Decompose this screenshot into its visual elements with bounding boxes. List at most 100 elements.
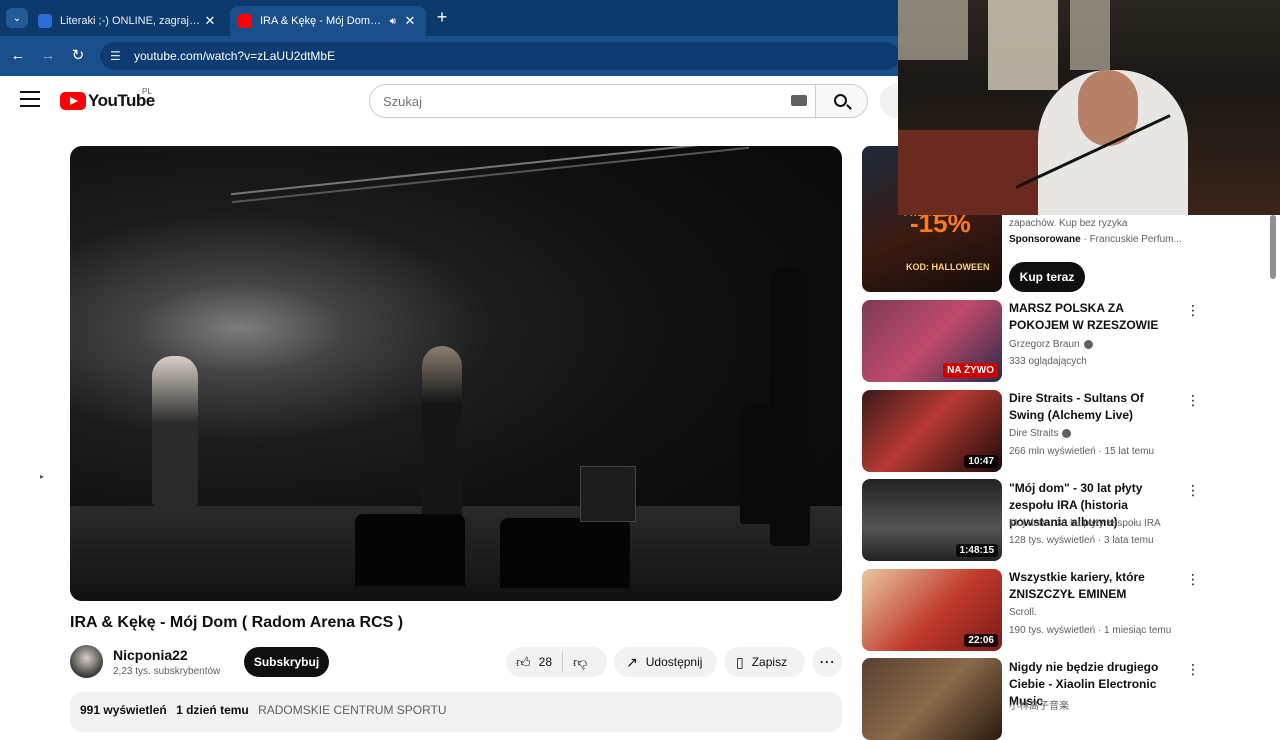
guitarist-left <box>152 356 198 506</box>
youtube-logo[interactable]: YouTube PL <box>60 87 155 112</box>
related-more-icon[interactable]: ⋮ <box>1186 662 1200 676</box>
tab-literaki[interactable]: Literaki ;-) ONLINE, zagraj - Kur ✕ <box>30 6 226 36</box>
view-count: 991 wyświetleń <box>80 703 167 717</box>
like-count: 28 <box>538 655 552 669</box>
location-tag[interactable]: RADOMSKIE CENTRUM SPORTU <box>258 703 446 717</box>
audio-playing-icon[interactable]: 🔊︎ <box>390 16 396 27</box>
menu-icon[interactable] <box>20 91 40 109</box>
share-icon: ↗ <box>626 653 638 670</box>
video-player[interactable] <box>70 146 842 601</box>
related-more-icon[interactable]: ⋮ <box>1186 393 1200 407</box>
tab-search-button[interactable]: ⌄ <box>6 8 28 28</box>
related-more-icon[interactable]: ⋮ <box>1186 572 1200 586</box>
related-channel[interactable]: Grzegorz Braun <box>1009 339 1093 350</box>
related-meta: 190 tys. wyświetleń · 1 miesiąc temu <box>1009 625 1172 636</box>
related-meta: 333 oglądających <box>1009 356 1087 367</box>
more-actions-button[interactable]: ⋯ <box>812 647 842 677</box>
description-box[interactable]: 991 wyświetleń 1 dzień temu RADOMSKIE CE… <box>70 692 842 732</box>
music-verified-icon <box>1062 428 1072 438</box>
channel-name[interactable]: Nicponia22 <box>113 647 188 663</box>
related-channel[interactable]: Scroll. <box>1009 607 1037 618</box>
stage-monitor <box>355 514 465 586</box>
reload-button[interactable]: ↻ <box>66 44 90 68</box>
thumbs-up-icon: 👍︎ <box>516 653 531 670</box>
related-thumbnail[interactable] <box>862 658 1002 740</box>
ad-advertiser[interactable]: Francuskie Perfum... <box>1090 234 1182 245</box>
dislike-button[interactable]: 👎︎ <box>573 654 587 671</box>
literaki-favicon-icon <box>38 14 52 28</box>
share-button[interactable]: ↗ Udostępnij <box>614 647 717 677</box>
related-channel-name: Grzegorz Braun <box>1009 339 1080 350</box>
country-code: PL <box>142 87 152 96</box>
ad-description: zapachów. Kup bez ryzyka <box>1009 218 1128 229</box>
ad-sponsor-line: Sponsorowane · Francuskie Perfum... <box>1009 234 1182 245</box>
close-tab-icon[interactable]: ✕ <box>402 13 418 29</box>
window-pane <box>988 0 1058 90</box>
bookmark-icon: ▯ <box>736 653 744 670</box>
mouse-cursor: ▸ <box>40 472 45 481</box>
related-title[interactable]: Dire Straits - Sultans Of Swing (Alchemy… <box>1009 390 1181 424</box>
search-placeholder: Szukaj <box>383 93 423 109</box>
related-channel-name: Dire Straits <box>1009 428 1059 439</box>
save-button[interactable]: ▯ Zapisz <box>724 647 805 677</box>
webcam-overlay <box>898 0 1280 215</box>
save-label: Zapisz <box>751 655 788 669</box>
youtube-play-logo-icon <box>60 92 86 110</box>
duration-badge: 1:48:15 <box>955 544 998 557</box>
ad-code: KOD: HALLOWEEN <box>906 262 990 272</box>
page-scrollbar[interactable] <box>1270 215 1276 279</box>
subscribe-button[interactable]: Subskrybuj <box>244 647 329 677</box>
like-button[interactable]: 👍︎ 28 <box>506 654 552 671</box>
window-pane <box>1070 0 1110 70</box>
upload-age: 1 dzień temu <box>176 703 249 717</box>
youtube-favicon-icon <box>238 14 252 28</box>
url-text: youtube.com/watch?v=zLaUU2dtMbE <box>134 49 336 63</box>
singer-center <box>422 346 462 536</box>
site-info-icon[interactable]: ☰ <box>110 49 124 63</box>
tab-title: IRA & Kękę - Mój Dom ( Rado <box>260 15 384 27</box>
related-channel[interactable]: 小林高子音楽 <box>1009 697 1069 712</box>
stage-monitor <box>500 518 630 588</box>
search-input[interactable]: Szukaj <box>369 84 816 118</box>
performer-right <box>770 266 810 546</box>
channel-avatar[interactable] <box>70 645 103 678</box>
back-button[interactable]: ← <box>6 44 30 68</box>
stage-truss <box>230 146 750 204</box>
guitarist-right <box>740 404 774 524</box>
window-pane <box>898 0 968 60</box>
search-icon-handle <box>846 104 852 110</box>
thumbs-down-icon: 👎︎ <box>573 653 588 670</box>
related-title[interactable]: Wszystkie kariery, które ZNISZCZYŁ EMINE… <box>1009 569 1181 603</box>
related-thumbnail[interactable]: 10:47 <box>862 390 1002 472</box>
verified-icon <box>1083 339 1093 349</box>
buy-now-button[interactable]: Kup teraz <box>1009 262 1085 292</box>
tab-youtube[interactable]: IRA & Kękę - Mój Dom ( Rado 🔊︎ ✕ <box>230 6 426 36</box>
related-channel[interactable]: Mój dom - 30 lat płyty zespołu IRA <box>1009 518 1161 529</box>
duration-badge: 10:47 <box>964 455 998 468</box>
related-more-icon[interactable]: ⋮ <box>1186 483 1200 497</box>
related-meta: 266 mln wyświetleń · 15 lat temu <box>1009 446 1155 457</box>
address-bar[interactable]: ☰ youtube.com/watch?v=zLaUU2dtMbE <box>100 42 900 70</box>
related-thumbnail[interactable]: NA ŻYWO <box>862 300 1002 382</box>
video-title: IRA & Kękę - Mój Dom ( Radom Arena RCS ) <box>70 614 404 631</box>
search-button[interactable] <box>816 84 868 118</box>
sponsored-label: Sponsorowane <box>1009 234 1081 245</box>
related-thumbnail[interactable]: 1:48:15 <box>862 479 1002 561</box>
tab-title: Literaki ;-) ONLINE, zagraj - Kur <box>60 15 202 27</box>
like-divider <box>562 652 563 672</box>
close-tab-icon[interactable]: ✕ <box>202 13 218 29</box>
chair <box>898 130 1048 215</box>
related-thumbnail[interactable]: 22:06 <box>862 569 1002 651</box>
related-title[interactable]: MARSZ POLSKA ZA POKOJEM W RZESZOWIE <box>1009 300 1181 334</box>
related-channel[interactable]: Dire Straits <box>1009 428 1072 439</box>
related-more-icon[interactable]: ⋮ <box>1186 303 1200 317</box>
subscriber-count: 2,23 tys. subskrybentów <box>113 666 221 677</box>
new-tab-button[interactable]: + <box>432 8 452 28</box>
amp-case <box>580 466 636 522</box>
like-dislike-group: 👍︎ 28 👎︎ <box>506 647 607 677</box>
keyboard-icon[interactable] <box>791 95 807 106</box>
duration-badge: 22:06 <box>964 634 998 647</box>
share-label: Udostępnij <box>645 655 703 669</box>
live-badge: NA ŻYWO <box>943 363 998 378</box>
forward-button[interactable]: → <box>36 44 60 68</box>
